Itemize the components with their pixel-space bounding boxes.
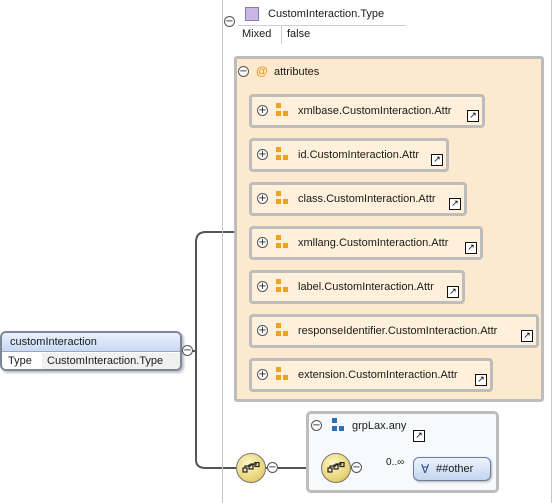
attribute-group-icon <box>276 235 290 251</box>
attributes-title: attributes <box>274 66 320 78</box>
attribute-item[interactable]: + label.CustomInteraction.Attr ↗ <box>249 270 465 304</box>
element-collapse-icon[interactable]: − <box>182 345 193 356</box>
type-collapse-icon[interactable]: − <box>224 16 235 27</box>
attribute-label: xmllang.CustomInteraction.Attr <box>298 237 449 249</box>
sequence-collapse-icon[interactable]: − <box>351 462 362 473</box>
link-arrow-icon[interactable]: ↗ <box>449 198 461 210</box>
divider <box>238 25 406 26</box>
attribute-item[interactable]: + id.CustomInteraction.Attr ↗ <box>249 138 449 172</box>
type-property-value: false <box>287 28 311 40</box>
any-group-collapse-icon[interactable]: − <box>311 420 322 431</box>
expand-icon[interactable]: + <box>257 325 268 336</box>
link-arrow-icon[interactable]: ↗ <box>413 430 425 442</box>
attribute-item[interactable]: + xmllang.CustomInteraction.Attr ↗ <box>249 226 483 260</box>
attribute-item[interactable]: + class.CustomInteraction.Attr ↗ <box>249 182 467 216</box>
link-arrow-icon[interactable]: ↗ <box>467 110 479 122</box>
sequence-collapse-icon[interactable]: − <box>267 462 278 473</box>
sequence-compositor-icon[interactable] <box>236 453 266 483</box>
attribute-group-icon <box>276 279 290 295</box>
wildcard-namespace: ##other <box>436 463 474 475</box>
attribute-group-icon <box>276 147 290 163</box>
expand-icon[interactable]: + <box>257 193 268 204</box>
expand-icon[interactable]: + <box>257 237 268 248</box>
attribute-label: label.CustomInteraction.Attr <box>298 281 434 293</box>
divider <box>281 26 282 44</box>
element-box[interactable]: customInteraction Type CustomInteraction… <box>0 331 182 371</box>
attribute-item[interactable]: + extension.CustomInteraction.Attr ↗ <box>249 358 493 392</box>
attribute-item[interactable]: + xmlbase.CustomInteraction.Attr ↗ <box>249 94 485 128</box>
link-arrow-icon[interactable]: ↗ <box>521 330 533 342</box>
link-arrow-icon[interactable]: ↗ <box>465 242 477 254</box>
type-property-key: Mixed <box>242 28 272 40</box>
forall-icon: ∀ <box>421 462 430 476</box>
attribute-label: responseIdentifier.CustomInteraction.Att… <box>298 325 498 337</box>
complex-type-icon <box>245 7 259 21</box>
attributes-collapse-icon[interactable]: − <box>238 66 249 77</box>
attribute-label: extension.CustomInteraction.Attr <box>298 369 458 381</box>
element-name: customInteraction <box>10 336 97 348</box>
attribute-label: id.CustomInteraction.Attr <box>298 149 420 161</box>
element-type-key: Type <box>8 355 32 367</box>
attribute-item[interactable]: + responseIdentifier.CustomInteraction.A… <box>249 314 539 348</box>
sequence-compositor-icon[interactable] <box>321 453 351 483</box>
link-arrow-icon[interactable]: ↗ <box>431 154 443 166</box>
expand-icon[interactable]: + <box>257 149 268 160</box>
element-type-value: CustomInteraction.Type <box>42 353 180 369</box>
link-arrow-icon[interactable]: ↗ <box>475 374 487 386</box>
expand-icon[interactable]: + <box>257 281 268 292</box>
type-name: CustomInteraction.Type <box>268 8 385 20</box>
group-icon <box>332 418 346 434</box>
attribute-group-icon <box>276 323 290 339</box>
attribute-group-icon <box>276 191 290 207</box>
attribute-group-icon <box>276 367 290 383</box>
attribute-group-icon <box>276 103 290 119</box>
expand-icon[interactable]: + <box>257 105 268 116</box>
any-group-name: grpLax.any <box>352 420 407 432</box>
attribute-label: class.CustomInteraction.Attr <box>298 193 436 205</box>
attribute-label: xmlbase.CustomInteraction.Attr <box>298 105 452 117</box>
attribute-at-icon: @ <box>256 64 268 78</box>
occurrence-label: 0..∞ <box>386 457 405 468</box>
expand-icon[interactable]: + <box>257 369 268 380</box>
link-arrow-icon[interactable]: ↗ <box>447 286 459 298</box>
